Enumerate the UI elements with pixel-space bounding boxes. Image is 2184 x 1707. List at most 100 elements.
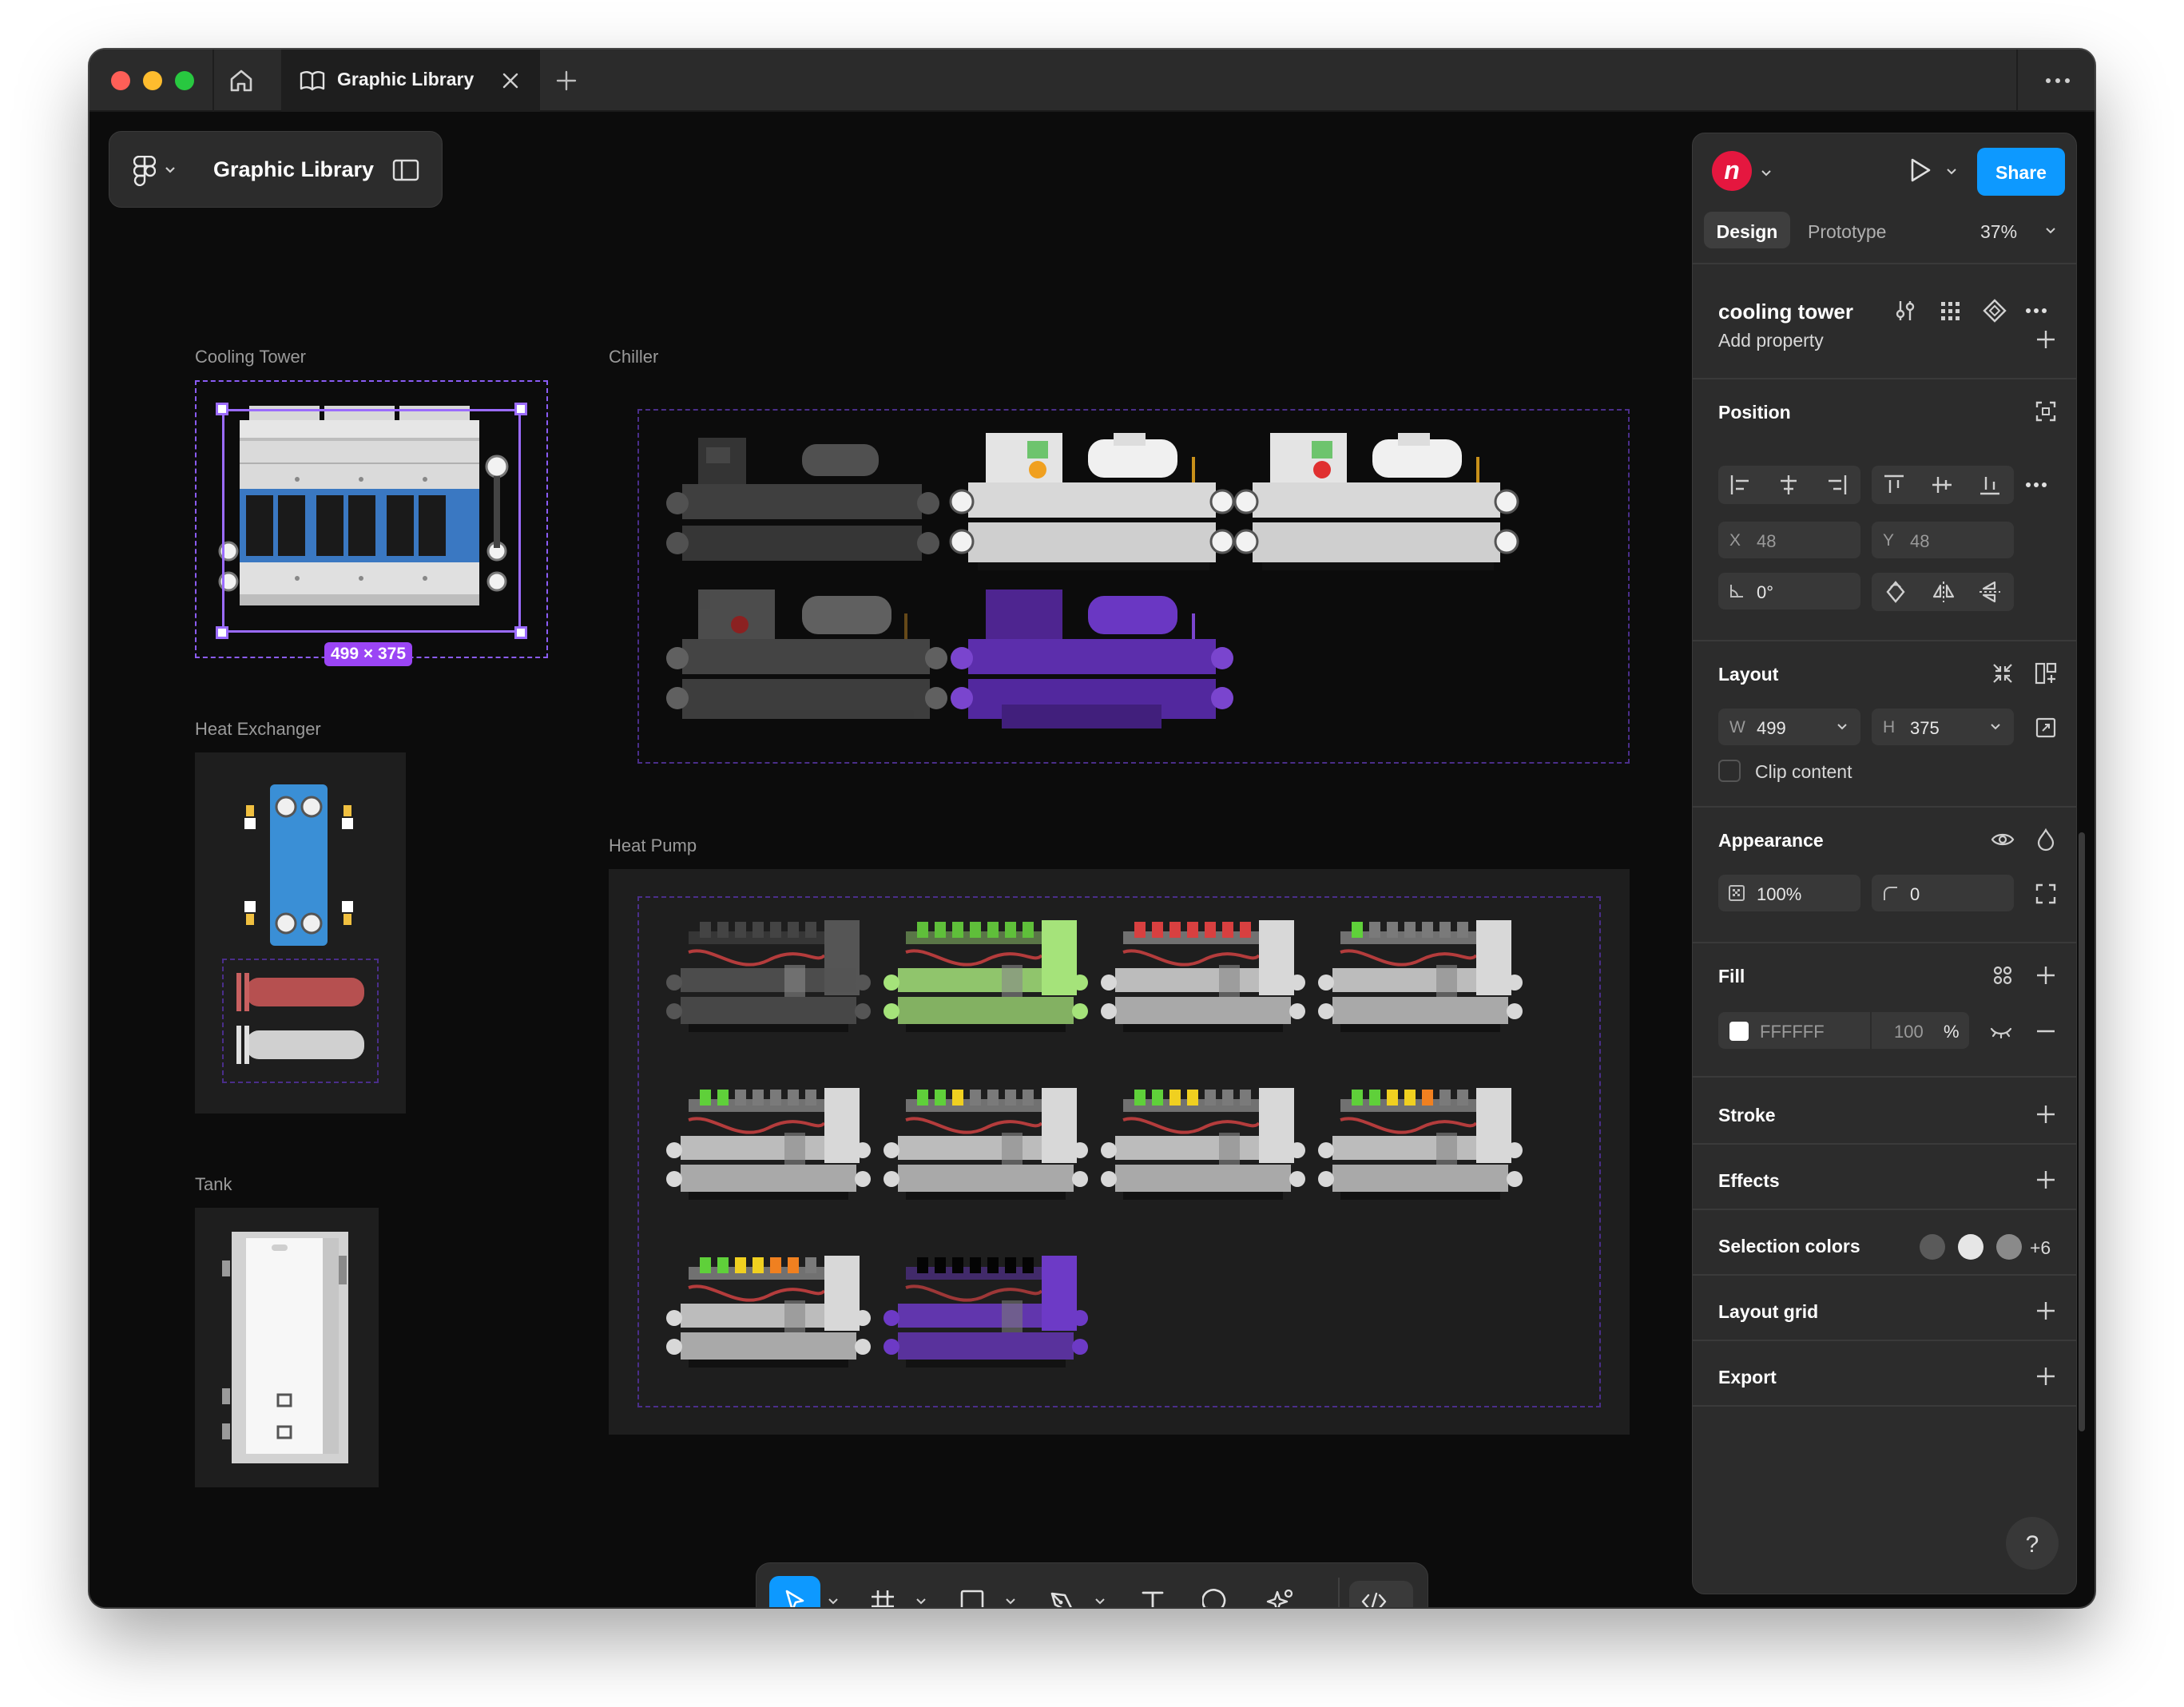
- shape-tool-button[interactable]: [947, 1576, 998, 1607]
- more-colors-count[interactable]: +6: [2030, 1237, 2051, 1259]
- selection-color-swatch[interactable]: [1958, 1234, 1983, 1260]
- home-button[interactable]: [225, 65, 257, 97]
- rotate-icon[interactable]: [1883, 579, 1908, 605]
- more-options-icon[interactable]: [2023, 298, 2049, 324]
- independent-corners-icon[interactable]: [2033, 881, 2059, 907]
- selection-color-swatch[interactable]: [1920, 1234, 1945, 1260]
- rotation-field[interactable]: 0°: [1718, 573, 1860, 609]
- collapse-arrows-icon[interactable]: [1990, 661, 2015, 686]
- width-field[interactable]: W 499: [1718, 709, 1860, 745]
- user-avatar[interactable]: n: [1712, 151, 1752, 191]
- selection-box[interactable]: [222, 409, 521, 633]
- blend-drop-icon[interactable]: [2033, 827, 2059, 852]
- tank-graphic[interactable]: [222, 1232, 358, 1463]
- minimize-window-button[interactable]: [143, 71, 162, 90]
- new-tab-plus-icon[interactable]: [551, 66, 582, 96]
- resize-handle-bottom-left[interactable]: [216, 626, 228, 639]
- heat-pump-variants-graphic[interactable]: [665, 920, 1575, 1383]
- corner-radius-field[interactable]: 0: [1872, 875, 2014, 911]
- auto-layout-icon[interactable]: [2033, 661, 2059, 686]
- fill-swatch[interactable]: [1729, 1022, 1749, 1041]
- align-vertical-center-icon[interactable]: [1929, 472, 1955, 498]
- more-options-icon[interactable]: [2023, 472, 2049, 498]
- resize-handle-top-right[interactable]: [514, 403, 527, 415]
- chevron-down-icon[interactable]: [1945, 167, 1958, 177]
- grid-dots-icon[interactable]: [1937, 298, 1963, 324]
- resize-to-fit-icon[interactable]: [2033, 715, 2059, 740]
- more-options-icon[interactable]: [2042, 69, 2074, 93]
- clip-content-label[interactable]: Clip content: [1755, 761, 1852, 783]
- align-horizontal-center-icon[interactable]: [1776, 472, 1801, 498]
- actions-tool-button[interactable]: [1255, 1576, 1306, 1607]
- component-name[interactable]: cooling tower: [1718, 300, 1853, 324]
- remove-fill-minus-icon[interactable]: [2033, 1018, 2059, 1044]
- align-left-icon[interactable]: [1728, 472, 1753, 498]
- text-tool-button[interactable]: [1127, 1576, 1178, 1607]
- toggle-sidebar-icon[interactable]: [392, 159, 419, 181]
- tab-graphic-library[interactable]: Graphic Library: [281, 50, 540, 112]
- add-grid-plus-icon[interactable]: [2033, 1298, 2059, 1324]
- add-plus-icon[interactable]: [2033, 327, 2059, 352]
- add-effect-plus-icon[interactable]: [2033, 1167, 2059, 1193]
- x-position-field[interactable]: X 48: [1718, 522, 1860, 558]
- tab-design[interactable]: Design: [1704, 212, 1790, 248]
- shell-tube-exchanger-graphic[interactable]: [233, 973, 369, 1072]
- help-button[interactable]: ?: [2006, 1517, 2059, 1570]
- flip-horizontal-icon[interactable]: [1931, 579, 1956, 605]
- file-menu[interactable]: Graphic Library: [109, 131, 443, 208]
- focus-frame-icon[interactable]: [2033, 399, 2059, 424]
- frame-label-heat-exchanger[interactable]: Heat Exchanger: [195, 719, 321, 740]
- opacity-field[interactable]: 100%: [1718, 875, 1860, 911]
- height-field[interactable]: H 375: [1872, 709, 2014, 745]
- selection-color-swatch[interactable]: [1996, 1234, 2022, 1260]
- chevron-down-icon[interactable]: [1837, 723, 1848, 731]
- share-button[interactable]: Share: [1977, 148, 2065, 196]
- zoom-level[interactable]: 37%: [1980, 221, 2017, 243]
- flip-vertical-icon[interactable]: [1977, 579, 2003, 605]
- present-play-icon[interactable]: [1905, 156, 1934, 185]
- panel-scrollbar[interactable]: [2079, 832, 2085, 1431]
- comment-tool-button[interactable]: [1191, 1576, 1242, 1607]
- chiller-variants-graphic[interactable]: [666, 433, 1593, 744]
- frame-label-cooling-tower[interactable]: Cooling Tower: [195, 347, 306, 367]
- pen-tool-button[interactable]: [1036, 1576, 1087, 1607]
- y-position-field[interactable]: Y 48: [1872, 522, 2014, 558]
- adjust-sliders-icon[interactable]: [1892, 298, 1918, 324]
- chevron-down-icon[interactable]: [915, 1597, 927, 1606]
- eye-closed-icon[interactable]: [1988, 1018, 2014, 1044]
- component-diamond-icon[interactable]: [1982, 298, 2007, 324]
- chevron-down-icon[interactable]: [827, 1597, 840, 1606]
- align-bottom-icon[interactable]: [1977, 472, 2003, 498]
- tank-frame[interactable]: [195, 1208, 379, 1487]
- frame-label-heat-pump[interactable]: Heat Pump: [609, 836, 697, 856]
- heat-pump-frame[interactable]: [609, 869, 1630, 1435]
- frame-label-tank[interactable]: Tank: [195, 1174, 232, 1195]
- frame-tool-button[interactable]: [857, 1576, 908, 1607]
- tab-prototype[interactable]: Prototype: [1808, 221, 1886, 243]
- styles-grid-icon[interactable]: [1990, 963, 2015, 988]
- move-tool-button[interactable]: [769, 1576, 820, 1607]
- resize-handle-top-left[interactable]: [216, 403, 228, 415]
- chevron-down-icon[interactable]: [1004, 1597, 1017, 1606]
- resize-handle-bottom-right[interactable]: [514, 626, 527, 639]
- plate-heat-exchanger-graphic[interactable]: [243, 781, 355, 949]
- clip-content-checkbox[interactable]: [1718, 760, 1741, 782]
- chevron-down-icon[interactable]: [1760, 169, 1773, 178]
- frame-label-chiller[interactable]: Chiller: [609, 347, 658, 367]
- heat-exchanger-frame[interactable]: [195, 752, 406, 1114]
- align-right-icon[interactable]: [1824, 472, 1849, 498]
- chevron-down-icon[interactable]: [2044, 226, 2057, 236]
- dev-mode-toggle[interactable]: [1349, 1581, 1413, 1607]
- chevron-down-icon[interactable]: [1094, 1597, 1106, 1606]
- file-name[interactable]: Graphic Library: [213, 157, 374, 182]
- eye-visibility-icon[interactable]: [1990, 827, 2015, 852]
- zoom-window-button[interactable]: [175, 71, 194, 90]
- design-canvas[interactable]: Graphic Library Cooling Tower 499 × 375 …: [89, 113, 2095, 1607]
- add-stroke-plus-icon[interactable]: [2033, 1102, 2059, 1127]
- align-top-icon[interactable]: [1881, 472, 1907, 498]
- close-tab-icon[interactable]: [498, 69, 522, 93]
- add-export-plus-icon[interactable]: [2033, 1364, 2059, 1389]
- add-fill-plus-icon[interactable]: [2033, 963, 2059, 988]
- fill-color-field[interactable]: FFFFFF 100 %: [1718, 1012, 1969, 1049]
- close-window-button[interactable]: [111, 71, 130, 90]
